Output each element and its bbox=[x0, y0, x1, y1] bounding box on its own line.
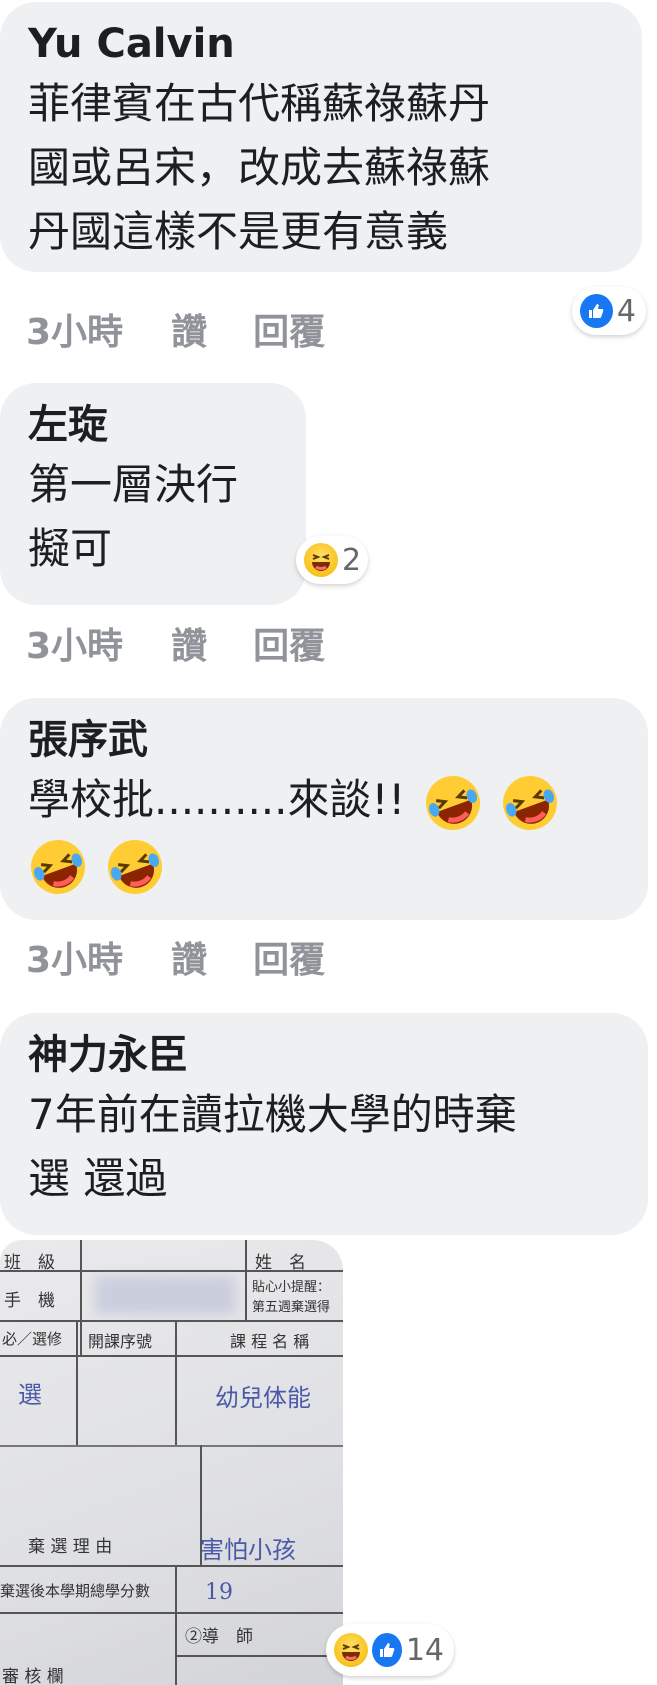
comment-text: 7年前在讀拉機大學的時棄 選 還過 bbox=[28, 1090, 517, 1203]
like-icon bbox=[580, 294, 613, 328]
haha-icon bbox=[304, 543, 338, 577]
comment-text: 菲律賓在古代稱蘇祿蘇丹 國或呂宋，改成去蘇祿蘇 丹國這樣不是更有意義 bbox=[28, 79, 491, 256]
course-drop-form: 班 級 姓 名 手 機 貼心小提醒： 第五週棄選得 必／選修 開課序號 課 程 … bbox=[0, 1240, 343, 1685]
comment-meta: 3小時 讚 回覆 bbox=[26, 931, 371, 983]
form-label-review: 審 核 欄 bbox=[2, 1667, 64, 1685]
comment-time[interactable]: 3小時 bbox=[26, 617, 123, 669]
reaction-count: 2 bbox=[342, 542, 362, 578]
haha-icon bbox=[334, 1633, 368, 1667]
like-button[interactable]: 讚 bbox=[171, 303, 207, 355]
comment-time[interactable]: 3小時 bbox=[26, 303, 123, 355]
reply-button[interactable]: 回覆 bbox=[253, 303, 325, 355]
reaction-summary[interactable]: 4 bbox=[572, 287, 646, 335]
comment-author[interactable]: Yu Calvin bbox=[28, 20, 642, 68]
reaction-count: 14 bbox=[405, 1632, 444, 1668]
comment-text: 第一層決行 擬可 bbox=[28, 460, 239, 573]
form-label-name: 姓 名 bbox=[255, 1253, 306, 1273]
comment-bubble: Yu Calvin 菲律賓在古代稱蘇祿蘇丹 國或呂宋，改成去蘇祿蘇 丹國這樣不是… bbox=[0, 2, 642, 272]
form-label-reason: 棄 選 理 由 bbox=[28, 1537, 113, 1557]
comment-author[interactable]: 左琁 bbox=[28, 401, 306, 449]
comment-bubble: 張序武 學校批..........來談!! bbox=[0, 698, 648, 920]
reply-button[interactable]: 回覆 bbox=[253, 617, 325, 669]
like-button[interactable]: 讚 bbox=[171, 617, 207, 669]
rofl-emoji bbox=[425, 775, 480, 830]
reaction-summary[interactable]: 2 bbox=[296, 536, 368, 584]
like-button[interactable]: 讚 bbox=[171, 931, 207, 983]
reply-button[interactable]: 回覆 bbox=[253, 931, 325, 983]
form-note: 貼心小提醒： bbox=[252, 1280, 331, 1295]
like-icon bbox=[372, 1633, 402, 1667]
form-label-course-name: 課 程 名 稱 bbox=[230, 1332, 310, 1351]
comment-photo[interactable]: 班 級 姓 名 手 機 貼心小提醒： 第五週棄選得 必／選修 開課序號 課 程 … bbox=[0, 1240, 343, 1685]
handwritten-course: 幼兒体能 bbox=[215, 1384, 311, 1412]
form-label-class: 班 級 bbox=[4, 1253, 55, 1273]
form-label-credits: 棄選後本學期總學分數 bbox=[0, 1582, 151, 1600]
comment-author[interactable]: 張序武 bbox=[28, 716, 648, 764]
comment-author[interactable]: 神力永臣 bbox=[28, 1031, 648, 1079]
blurred-info bbox=[95, 1276, 235, 1314]
handwritten-reason: 害怕小孩 bbox=[200, 1536, 296, 1564]
rofl-emoji bbox=[502, 775, 557, 830]
handwritten-credits: 19 bbox=[205, 1580, 233, 1605]
form-label-phone: 手 機 bbox=[4, 1291, 55, 1311]
form-label-course-no: 開課序號 bbox=[88, 1332, 153, 1351]
rofl-emoji bbox=[31, 840, 85, 894]
comment-bubble: 左琁 第一層決行 擬可 bbox=[0, 383, 306, 605]
handwritten-type: 選 bbox=[18, 1381, 42, 1409]
comment-time[interactable]: 3小時 bbox=[26, 931, 123, 983]
reaction-summary[interactable]: 14 bbox=[326, 1624, 454, 1676]
comment-meta: 3小時 讚 回覆 bbox=[26, 617, 371, 669]
comment-bubble: 神力永臣 7年前在讀拉機大學的時棄 選 還過 bbox=[0, 1013, 648, 1235]
comment-meta: 3小時 讚 回覆 bbox=[26, 303, 371, 355]
comment-text: 學校批..........來談!! bbox=[28, 768, 648, 897]
reaction-count: 4 bbox=[616, 293, 636, 329]
form-note: 第五週棄選得 bbox=[252, 1300, 331, 1315]
form-label-type: 必／選修 bbox=[2, 1330, 63, 1348]
form-label-advisor: ②導 師 bbox=[185, 1627, 253, 1647]
rofl-emoji bbox=[108, 840, 163, 894]
